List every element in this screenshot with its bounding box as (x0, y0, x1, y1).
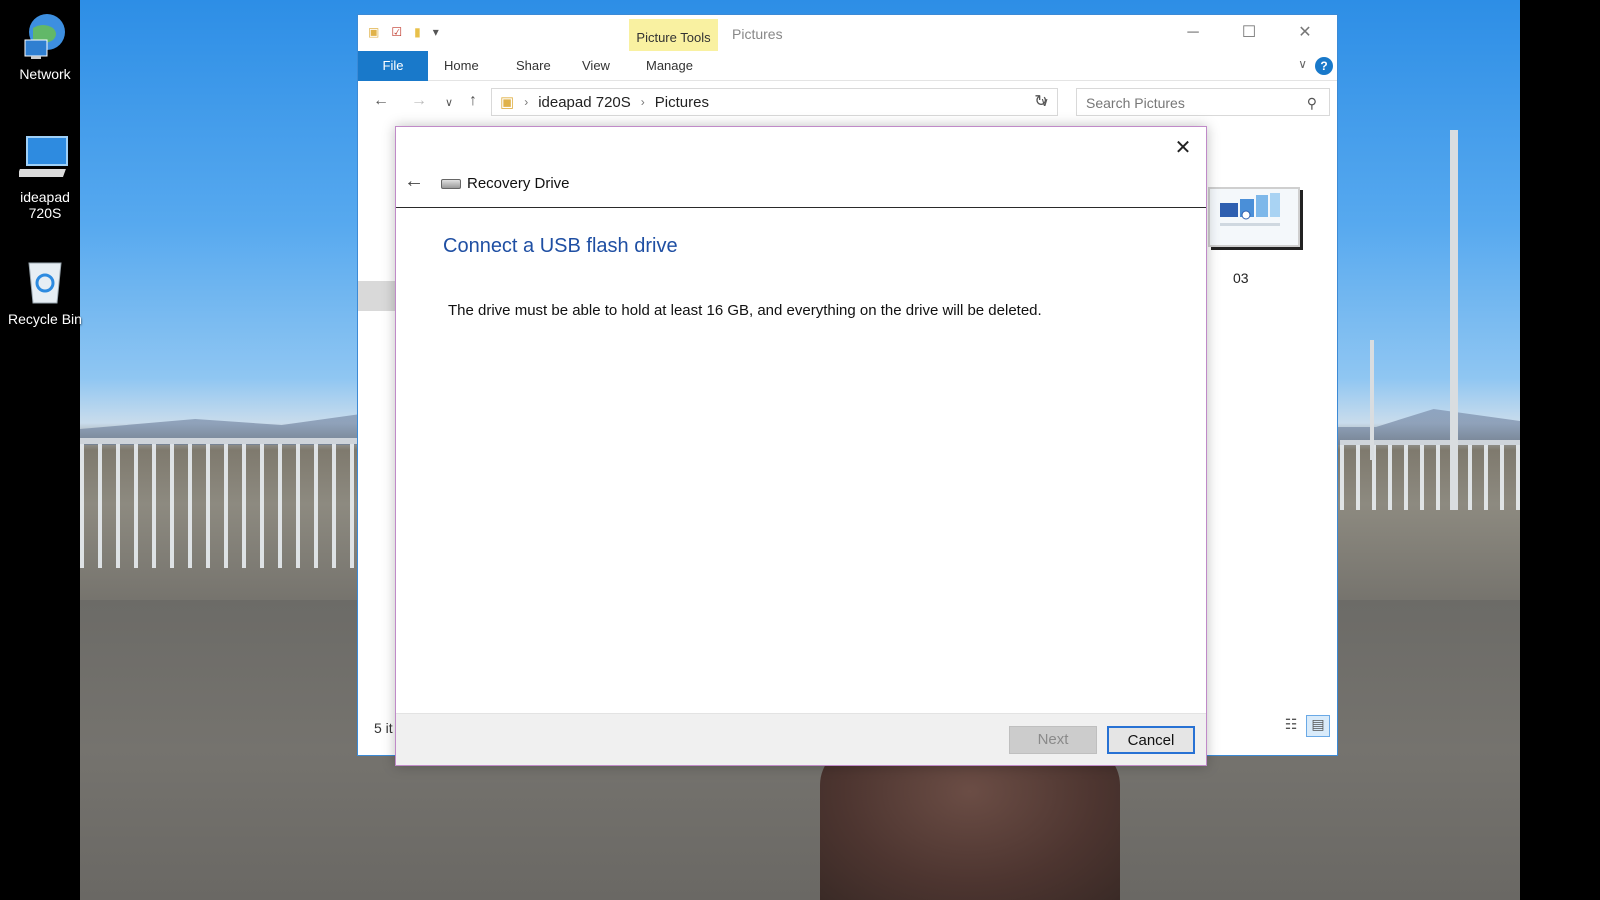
expand-ribbon-icon[interactable]: ∨ (1298, 57, 1307, 71)
status-item-count: 5 it (374, 720, 393, 736)
cancel-button[interactable]: Cancel (1107, 726, 1195, 754)
desktop-icon-label: Recycle Bin (8, 311, 82, 327)
up-arrow-icon[interactable]: ↑ (462, 92, 484, 110)
wallpaper-person (820, 745, 1120, 900)
recent-locations-icon[interactable]: ∨ (438, 96, 460, 109)
quick-access-toolbar: ▣ ☑ ▮ ▾ (368, 25, 439, 39)
minimize-button[interactable]: ─ (1181, 21, 1205, 45)
tab-home[interactable]: Home (428, 51, 495, 81)
address-bar[interactable]: ▣ › ideapad 720S › Pictures ∨ (491, 88, 1058, 116)
back-arrow-icon[interactable]: ← (370, 92, 392, 110)
folder-icon[interactable]: ▣ (368, 25, 379, 39)
large-icons-view-icon[interactable]: ▤ (1306, 715, 1330, 737)
dialog-close-icon[interactable]: ✕ (1168, 133, 1198, 163)
wallpaper-fence-right (1340, 440, 1520, 510)
refresh-icon[interactable]: ↻ (1030, 91, 1052, 111)
desktop-icon-recycle-bin[interactable]: Recycle Bin (0, 255, 90, 327)
window-title: Pictures (732, 26, 783, 42)
folder-icon: ▣ (500, 94, 515, 111)
drive-icon (441, 179, 461, 189)
ribbon-tabs: File Home Share View Manage ∨ (358, 51, 1337, 81)
navigation-pane-selected-item[interactable] (358, 281, 398, 311)
breadcrumb-pictures[interactable]: Pictures (655, 94, 709, 111)
dialog-description: The drive must be able to hold at least … (448, 302, 1042, 319)
dialog-title: Recovery Drive (467, 175, 570, 192)
back-arrow-icon[interactable]: ← (404, 170, 424, 193)
recycle-bin-icon (19, 255, 71, 307)
customize-toolbar-icon[interactable]: ▾ (433, 25, 439, 39)
desktop-icon-label: Network (19, 66, 71, 82)
wallpaper-streetlight (1450, 130, 1458, 510)
tab-file[interactable]: File (358, 51, 428, 81)
maximize-button[interactable]: ☐ (1237, 21, 1261, 45)
desktop-icon-network[interactable]: Network (0, 10, 90, 82)
recovery-drive-dialog: ✕ ← Recovery Drive Connect a USB flash d… (395, 126, 1207, 766)
dialog-header: ← Recovery Drive (396, 163, 1206, 208)
wallpaper-streetlight (1370, 340, 1374, 460)
chevron-right-icon: › (524, 95, 529, 109)
forward-arrow-icon[interactable]: → (408, 92, 430, 110)
picture-tools-context-tab: Picture Tools (629, 19, 718, 51)
close-button[interactable]: ✕ (1293, 21, 1317, 45)
help-icon[interactable]: ? (1315, 57, 1333, 75)
search-icon[interactable]: ⚲ (1307, 95, 1317, 112)
network-globe-icon (19, 10, 71, 62)
image-thumbnail[interactable] (1208, 187, 1300, 247)
chevron-right-icon: › (640, 95, 645, 109)
new-folder-icon[interactable]: ▮ (414, 25, 421, 39)
tab-view[interactable]: View (566, 51, 626, 81)
next-button[interactable]: Next (1009, 726, 1097, 754)
navigation-bar: ← → ∨ ↑ ▣ › ideapad 720S › Pictures ∨ ↻ … (358, 83, 1337, 121)
computer-icon (16, 133, 71, 185)
thumbnail-label: 03 (1233, 270, 1249, 286)
details-view-icon[interactable]: ☷ (1279, 715, 1303, 737)
properties-icon[interactable]: ☑ (391, 25, 402, 39)
search-input[interactable]: Search Pictures (1076, 88, 1330, 116)
title-bar: ▣ ☑ ▮ ▾ Picture Tools Pictures ─ ☐ ✕ (358, 15, 1337, 51)
desktop-icon-label: ideapad 720S (20, 189, 70, 221)
tab-manage[interactable]: Manage (630, 51, 709, 81)
desktop-icon-this-pc[interactable]: ideapad 720S (0, 133, 90, 221)
tab-share[interactable]: Share (500, 51, 567, 81)
dialog-heading: Connect a USB flash drive (443, 235, 678, 257)
dialog-footer: Next Cancel (396, 713, 1206, 765)
breadcrumb-this-pc[interactable]: ideapad 720S (538, 94, 631, 111)
wallpaper-fence-left (80, 438, 380, 568)
